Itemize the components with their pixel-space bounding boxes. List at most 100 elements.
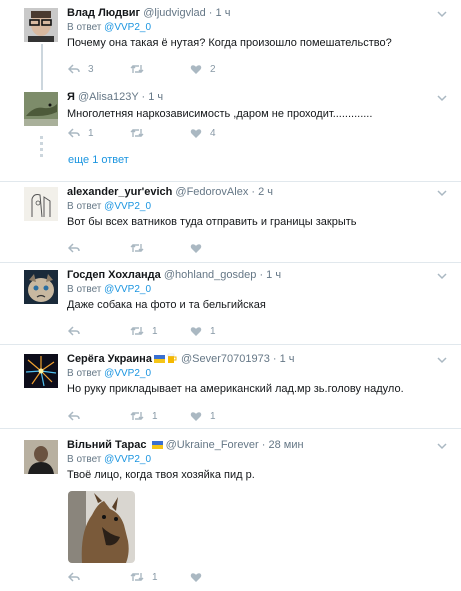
tweet[interactable]: Влад Людвиг @ljudvigvlad · 1 ч В ответ @… — [0, 0, 461, 90]
reply-icon — [68, 326, 80, 336]
tweet[interactable]: Я @Alisa123Y · 1 ч Многолетняя наркозави… — [0, 90, 461, 182]
heart-icon — [190, 243, 202, 253]
timestamp[interactable]: · 2 ч — [248, 186, 273, 198]
tweet[interactable]: alexander_yur'evich @FedorovAlex · 2 ч В… — [0, 182, 461, 263]
author-name[interactable]: Влад Людвиг — [67, 7, 140, 19]
author-handle[interactable]: @FedorovAlex — [175, 186, 248, 198]
author-name[interactable]: Госдеп Хохланда — [67, 269, 161, 281]
heart-icon — [190, 128, 202, 138]
like-button[interactable]: 1 — [190, 409, 216, 423]
author-handle[interactable]: @Ukraine_Forever — [166, 439, 259, 451]
retweet-count: 1 — [152, 571, 158, 583]
reply-button[interactable]: 1 — [68, 126, 94, 140]
reply-count: 1 — [88, 127, 94, 139]
reply-context: В ответ @VVP2_0 — [67, 21, 431, 34]
reply-button[interactable] — [68, 570, 88, 584]
avatar[interactable] — [24, 354, 58, 388]
tweet-text: Многолетняя наркозависимость ,даром не п… — [67, 108, 373, 120]
chevron-down-icon[interactable] — [437, 441, 447, 451]
reply-button[interactable]: 3 — [68, 62, 94, 76]
retweet-icon — [130, 327, 144, 335]
reply-to-link[interactable]: @VVP2_0 — [104, 201, 151, 212]
reply-context: В ответ @VVP2_0 — [67, 283, 431, 296]
chevron-down-icon[interactable] — [437, 9, 447, 19]
timestamp[interactable]: · 1 ч — [138, 91, 164, 103]
like-button[interactable]: 2 — [190, 62, 216, 76]
author-name[interactable]: Вільний Тарас — [67, 439, 147, 451]
heart-icon — [190, 326, 202, 336]
avatar[interactable] — [24, 440, 58, 474]
reply-to-link[interactable]: @VVP2_0 — [104, 22, 151, 33]
reply-prefix: В ответ — [67, 22, 105, 33]
ukraine-flag-icon — [153, 355, 165, 363]
reply-button[interactable] — [68, 324, 88, 338]
reply-prefix: В ответ — [67, 368, 105, 379]
beer-icon — [167, 353, 177, 363]
reply-context: В ответ @VVP2_0 — [67, 200, 431, 213]
chevron-down-icon[interactable] — [437, 271, 447, 281]
timestamp[interactable]: · 1 ч — [206, 7, 231, 19]
retweet-button[interactable] — [130, 241, 152, 255]
author-name[interactable]: Я — [67, 91, 75, 103]
avatar[interactable] — [24, 8, 58, 42]
tweet[interactable]: Серёга Украина @Sever70701973 · 1 ч В от… — [0, 345, 461, 429]
like-button[interactable]: 4 — [190, 126, 216, 140]
chevron-down-icon[interactable] — [437, 93, 447, 103]
thread-dots — [40, 136, 44, 160]
timestamp[interactable]: · 28 мин — [259, 439, 304, 451]
chevron-down-icon[interactable] — [437, 355, 447, 365]
author-handle[interactable]: @ljudvigvlad — [143, 7, 206, 19]
like-count: 1 — [210, 325, 216, 337]
retweet-icon — [130, 129, 144, 137]
like-button[interactable] — [190, 241, 210, 255]
avatar[interactable] — [24, 270, 58, 304]
tweet-text: Вот бы всех ватников туда отправить и гр… — [67, 216, 357, 228]
author-handle[interactable]: @Alisa123Y — [78, 91, 139, 103]
reply-context: В ответ @VVP2_0 — [67, 367, 431, 380]
like-button[interactable] — [190, 570, 210, 584]
retweet-button[interactable]: 1 — [130, 570, 158, 584]
author-name[interactable]: Серёга Украина — [67, 353, 152, 365]
reply-button[interactable] — [68, 241, 88, 255]
tweet-text: Твоё лицо, когда твоя хозяйка пид р. — [67, 469, 255, 481]
reply-button[interactable] — [68, 409, 88, 423]
tweet-text: Почему она такая ё нутая? Когда произошл… — [67, 37, 392, 49]
retweet-button[interactable]: 1 — [130, 409, 158, 423]
reply-icon — [68, 572, 80, 582]
heart-icon — [190, 64, 202, 74]
author-name[interactable]: alexander_yur'evich — [67, 186, 172, 198]
ukraine-flag-icon — [151, 441, 163, 449]
retweet-button[interactable]: 1 — [130, 324, 158, 338]
tweet[interactable]: Госдеп Хохланда @hohland_gosdep · 1 ч В … — [0, 263, 461, 345]
avatar[interactable] — [24, 92, 58, 126]
tweet[interactable]: Вільний Тарас @Ukraine_Forever · 28 мин … — [0, 429, 461, 591]
retweet-button[interactable] — [130, 126, 152, 140]
reply-icon — [68, 411, 80, 421]
reply-prefix: В ответ — [67, 454, 105, 465]
author-handle[interactable]: @Sever70701973 — [181, 353, 270, 365]
like-button[interactable]: 1 — [190, 324, 216, 338]
reply-count: 3 — [88, 63, 94, 75]
retweet-button[interactable] — [130, 62, 152, 76]
reply-to-link[interactable]: @VVP2_0 — [104, 454, 151, 465]
retweet-icon — [130, 412, 144, 420]
retweet-icon — [130, 65, 144, 73]
heart-icon — [190, 572, 202, 582]
avatar[interactable] — [24, 187, 58, 221]
reply-to-link[interactable]: @VVP2_0 — [104, 284, 151, 295]
like-count: 1 — [210, 410, 216, 422]
attached-photo[interactable] — [68, 491, 135, 563]
show-more-replies-link[interactable]: еще 1 ответ — [68, 154, 129, 166]
tweet-text: Но руку прикладывает на американский лад… — [67, 383, 404, 395]
author-handle[interactable]: @hohland_gosdep — [164, 269, 257, 281]
chevron-down-icon[interactable] — [437, 188, 447, 198]
reply-icon — [68, 128, 80, 138]
tweet-text: Даже собака на фото и та бельгийская — [67, 299, 266, 311]
thread-line — [41, 44, 43, 90]
timestamp[interactable]: · 1 ч — [270, 353, 295, 365]
retweet-icon — [130, 573, 144, 581]
retweet-icon — [130, 244, 144, 252]
retweet-count: 1 — [152, 410, 158, 422]
reply-to-link[interactable]: @VVP2_0 — [104, 368, 151, 379]
timestamp[interactable]: · 1 ч — [256, 269, 281, 281]
